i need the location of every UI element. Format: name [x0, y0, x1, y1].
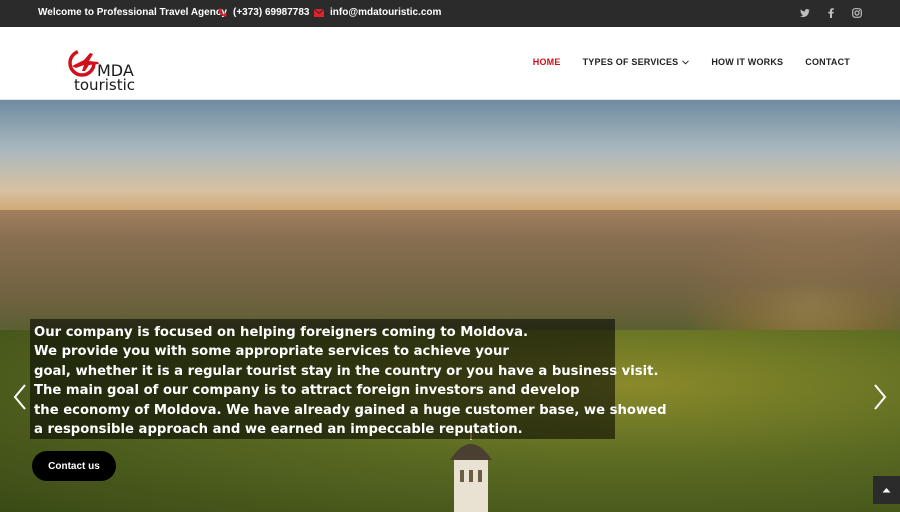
nav-home[interactable]: HOME [533, 57, 561, 67]
hero-text-panel: Our company is focused on helping foreig… [30, 319, 667, 439]
chevron-down-icon [682, 59, 690, 65]
hero-line: a responsible approach and we earned an … [34, 422, 523, 438]
contact-us-button[interactable]: Contact us [32, 451, 116, 481]
site-header: MDA touristic HOME TYPES OF SERVICES HOW… [0, 27, 900, 100]
social-links [800, 7, 862, 19]
phone-contact[interactable]: (+373) 69987783 [218, 7, 309, 18]
envelope-icon [314, 8, 324, 17]
phone-icon [218, 8, 227, 17]
main-nav: HOME TYPES OF SERVICES HOW IT WORKS CONT… [533, 57, 850, 67]
hero-line: the economy of Moldova. We have already … [34, 402, 667, 418]
hero-line: We provide you with some appropriate ser… [34, 344, 509, 360]
nav-how-it-works[interactable]: HOW IT WORKS [711, 57, 783, 67]
chevron-up-icon [882, 488, 891, 493]
email-contact[interactable]: info@mdatouristic.com [314, 7, 441, 18]
slider-prev-arrow-icon[interactable] [12, 383, 28, 411]
hero-description: Our company is focused on helping foreig… [34, 323, 667, 439]
email-address[interactable]: info@mdatouristic.com [330, 7, 441, 18]
scroll-to-top-button[interactable] [873, 476, 900, 504]
cathedral-dome [450, 432, 492, 512]
nav-contact[interactable]: CONTACT [805, 57, 850, 67]
welcome-text: Welcome to Professional Travel Agency [38, 7, 227, 18]
hero-line: Our company is focused on helping foreig… [34, 325, 528, 340]
facebook-icon[interactable] [826, 7, 836, 19]
hero-line: goal, whether it is a regular tourist st… [34, 363, 659, 379]
brand-name-line2: touristic [74, 76, 136, 94]
slider-next-arrow-icon[interactable] [872, 383, 888, 411]
top-bar: Welcome to Professional Travel Agency (+… [0, 0, 900, 27]
brand-logo[interactable]: MDA touristic [68, 49, 158, 95]
instagram-icon[interactable] [852, 7, 862, 19]
phone-number[interactable]: (+373) 69987783 [233, 7, 309, 18]
hero-line: The main goal of our company is to attra… [34, 383, 580, 399]
nav-types-of-services[interactable]: TYPES OF SERVICES [583, 57, 690, 67]
twitter-icon[interactable] [800, 7, 810, 19]
nav-services-label: TYPES OF SERVICES [582, 57, 679, 67]
hero-cityscape [0, 210, 900, 330]
hero-slider: Our company is focused on helping foreig… [0, 100, 900, 512]
